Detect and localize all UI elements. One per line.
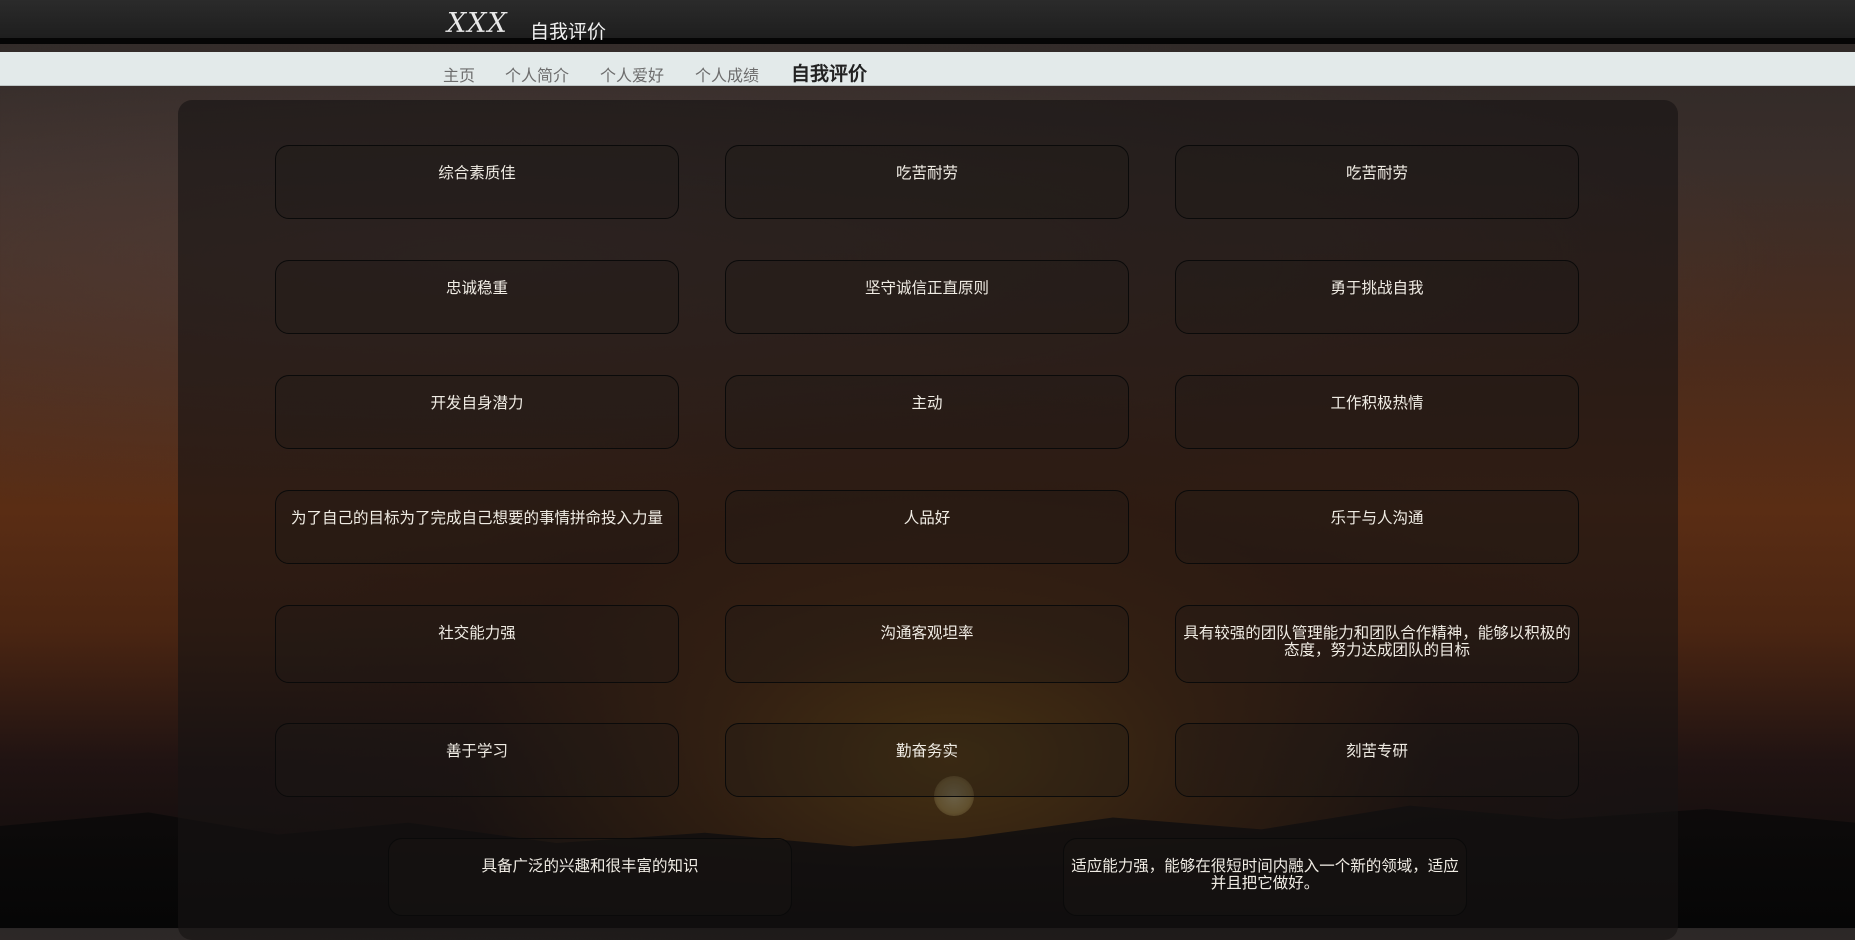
- evaluation-card[interactable]: 具有较强的团队管理能力和团队合作精神，能够以积极的态度，努力达成团队的目标: [1175, 605, 1579, 683]
- nav-item-hobbies[interactable]: 个人爱好: [600, 62, 664, 86]
- evaluation-card[interactable]: 坚守诚信正直原则: [725, 260, 1129, 334]
- nav-item-self-evaluation[interactable]: 自我评价: [791, 59, 867, 86]
- evaluation-card[interactable]: 刻苦专研: [1175, 723, 1579, 797]
- evaluation-card[interactable]: 综合素质佳: [275, 145, 679, 219]
- evaluation-card[interactable]: 乐于与人沟通: [1175, 490, 1579, 564]
- self-evaluation-panel: 综合素质佳 吃苦耐劳 吃苦耐劳 忠诚稳重 坚守诚信正直原则 勇于挑战自我 开发自…: [178, 100, 1678, 940]
- evaluation-card[interactable]: 主动: [725, 375, 1129, 449]
- evaluation-card[interactable]: 吃苦耐劳: [725, 145, 1129, 219]
- top-bar: XXX 自我评价: [0, 0, 1855, 44]
- evaluation-card[interactable]: 为了自己的目标为了完成自己想要的事情拼命投入力量: [275, 490, 679, 564]
- evaluation-card[interactable]: 吃苦耐劳: [1175, 145, 1579, 219]
- page-title: 自我评价: [530, 21, 607, 43]
- nav-item-achievements[interactable]: 个人成绩: [695, 62, 759, 86]
- site-logo[interactable]: XXX: [447, 8, 508, 39]
- evaluation-card[interactable]: 具备广泛的兴趣和很丰富的知识: [388, 838, 792, 916]
- evaluation-card[interactable]: 开发自身潜力: [275, 375, 679, 449]
- nav-item-home[interactable]: 主页: [443, 62, 475, 86]
- evaluation-card[interactable]: 沟通客观坦率: [725, 605, 1129, 683]
- evaluation-card[interactable]: 忠诚稳重: [275, 260, 679, 334]
- evaluation-card[interactable]: 人品好: [725, 490, 1129, 564]
- evaluation-card[interactable]: 勇于挑战自我: [1175, 260, 1579, 334]
- evaluation-card[interactable]: 善于学习: [275, 723, 679, 797]
- evaluation-card[interactable]: 适应能力强，能够在很短时间内融入一个新的领域，适应并且把它做好。: [1063, 838, 1467, 916]
- evaluation-card[interactable]: 工作积极热情: [1175, 375, 1579, 449]
- evaluation-card[interactable]: 勤奋务实: [725, 723, 1129, 797]
- nav-item-profile[interactable]: 个人简介: [505, 62, 569, 86]
- evaluation-card[interactable]: 社交能力强: [275, 605, 679, 683]
- nav-bar: 主页 个人简介 个人爱好 个人成绩 自我评价: [0, 52, 1855, 86]
